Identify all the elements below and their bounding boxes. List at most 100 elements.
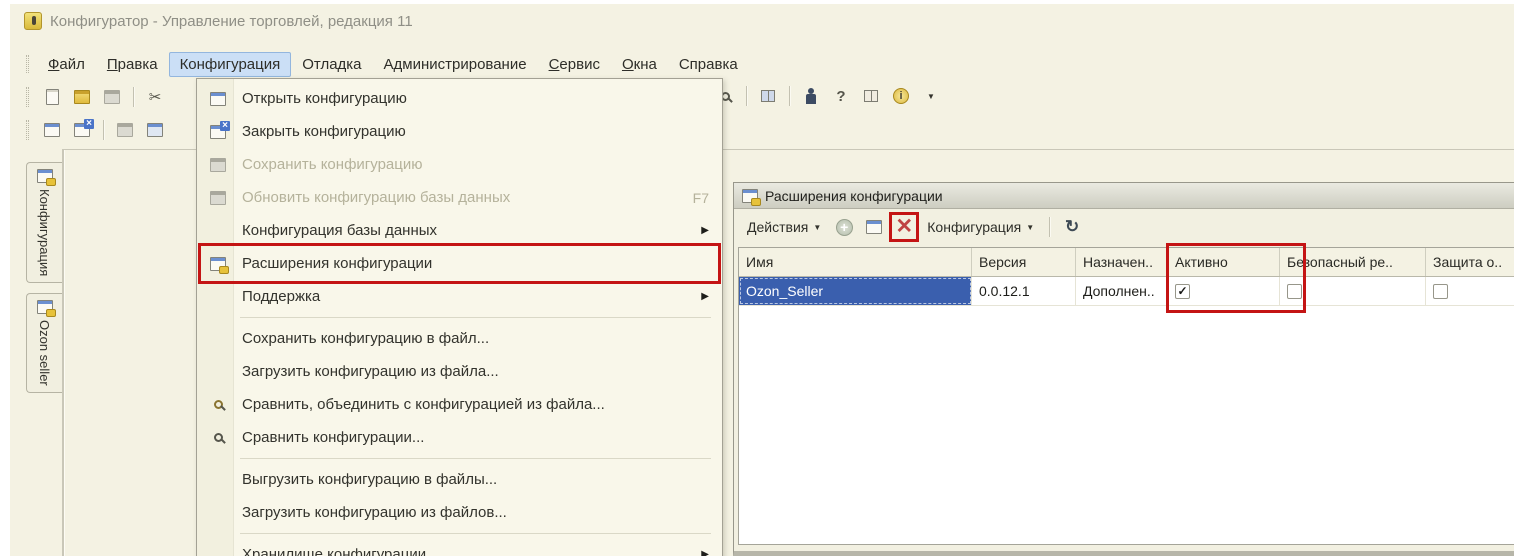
configuration-window-icon — [37, 169, 53, 183]
open-configuration-icon — [206, 92, 230, 106]
save-icon[interactable] — [99, 84, 125, 110]
menu-administration[interactable]: Администрирование — [373, 52, 538, 77]
menu-separator — [240, 533, 711, 534]
shortcut-label: F7 — [693, 190, 709, 206]
1c-configurator-icon — [24, 12, 42, 30]
cell-purpose[interactable]: Дополнен.. — [1076, 277, 1168, 305]
new-document-icon[interactable] — [39, 84, 65, 110]
help-book-icon[interactable] — [858, 83, 884, 109]
compare-merge-icon — [206, 400, 230, 409]
menu-item-open-configuration[interactable]: Открыть конфигурацию — [198, 82, 721, 115]
window-title: Конфигуратор - Управление торговлей, ред… — [50, 13, 413, 30]
cell-name[interactable]: Ozon_Seller — [739, 277, 972, 305]
save-configuration-icon — [206, 158, 230, 172]
menu-item-configuration-extensions[interactable]: Расширения конфигурации — [198, 247, 721, 280]
table-row[interactable]: Ozon_Seller 0.0.12.1 Дополнен.. — [739, 277, 1514, 306]
menu-item-database-configuration[interactable]: Конфигурация базы данных ▶ — [198, 214, 721, 247]
actions-dropdown-button[interactable]: Действия ▼ — [742, 216, 826, 238]
chevron-down-icon: ▼ — [813, 223, 821, 232]
safe-mode-checkbox[interactable] — [1287, 284, 1302, 299]
title-bar: Конфигуратор - Управление торговлей, ред… — [10, 6, 1514, 36]
protection-checkbox[interactable] — [1433, 284, 1448, 299]
configuration-extensions-icon — [742, 189, 758, 203]
menu-item-compare-configurations[interactable]: Сравнить конфигурации... — [198, 421, 721, 454]
sidebar-tab-ozon-seller[interactable]: Ozon seller — [26, 293, 62, 393]
delete-icon[interactable]: ✕ — [892, 215, 916, 239]
add-icon[interactable]: + — [832, 215, 856, 239]
help-search-icon[interactable]: ? — [828, 83, 854, 109]
chevron-down-icon: ▼ — [1026, 223, 1034, 232]
toolbar-separator — [789, 86, 790, 106]
toolbar-grip[interactable] — [26, 120, 29, 140]
extension-window-icon — [37, 300, 53, 314]
open-configuration-icon[interactable] — [39, 117, 65, 143]
workspace-border — [62, 150, 64, 556]
cell-protection — [1426, 277, 1514, 305]
compare-configurations-icon — [206, 433, 230, 442]
menu-bar: Файл Правка Конфигурация Отладка Админис… — [12, 50, 1514, 78]
column-header-name[interactable]: Имя — [739, 248, 972, 276]
menu-separator — [240, 458, 711, 459]
menu-help[interactable]: Справка — [668, 52, 749, 77]
menu-windows[interactable]: Окна — [611, 52, 668, 77]
configuration-dropdown-button[interactable]: Конфигурация ▼ — [922, 216, 1039, 238]
main-toolbar-right-group: ? i ▼ — [712, 83, 944, 109]
menu-configuration[interactable]: Конфигурация — [169, 52, 292, 77]
toolbar-separator — [133, 87, 134, 107]
menu-edit[interactable]: Правка — [96, 52, 169, 77]
extensions-panel-toolbar: Действия ▼ + ✕ Конфигурация ▼ ↻ — [734, 209, 1514, 245]
update-database-icon — [206, 191, 230, 205]
active-checkbox[interactable] — [1175, 284, 1190, 299]
toolbar-overflow-icon[interactable]: ▼ — [918, 83, 944, 109]
menu-separator — [240, 317, 711, 318]
menu-item-configuration-repository[interactable]: Хранилище конфигурации ▶ — [198, 538, 721, 556]
close-configuration-icon[interactable] — [69, 117, 95, 143]
open-extension-icon[interactable] — [862, 215, 886, 239]
column-header-active[interactable]: Активно — [1168, 248, 1280, 276]
extensions-table-header: Имя Версия Назначен.. Активно Безопасный… — [739, 248, 1514, 277]
toolbar-grip[interactable] — [26, 55, 29, 73]
menu-file[interactable]: Файл — [37, 52, 96, 77]
menu-service[interactable]: Сервис — [538, 52, 611, 77]
menu-item-support[interactable]: Поддержка ▶ — [198, 280, 721, 313]
info-icon[interactable]: i — [888, 83, 914, 109]
column-header-safe-mode[interactable]: Безопасный ре.. — [1280, 248, 1426, 276]
extensions-panel-title: Расширения конфигурации — [765, 188, 943, 204]
update-database-configuration-icon[interactable] — [112, 117, 138, 143]
delete-icon-annotated-group: ✕ — [892, 215, 916, 239]
cell-version[interactable]: 0.0.12.1 — [972, 277, 1076, 305]
cell-active — [1168, 277, 1280, 305]
menu-item-update-database-configuration: Обновить конфигурацию базы данных F7 — [198, 181, 721, 214]
sidebar-tab-label: Конфигурация — [37, 189, 52, 276]
menu-item-close-configuration[interactable]: Закрыть конфигурацию — [198, 115, 721, 148]
refresh-icon[interactable]: ↻ — [1060, 215, 1084, 239]
column-header-version[interactable]: Версия — [972, 248, 1076, 276]
extensions-table: Имя Версия Назначен.. Активно Безопасный… — [738, 247, 1514, 545]
submenu-arrow-icon: ▶ — [701, 225, 709, 236]
menu-item-load-configuration-from-files[interactable]: Загрузить конфигурацию из файлов... — [198, 496, 721, 529]
menu-item-save-configuration-to-file[interactable]: Сохранить конфигурацию в файл... — [198, 322, 721, 355]
menu-item-compare-merge-with-file[interactable]: Сравнить, объединить с конфигурацией из … — [198, 388, 721, 421]
screenshot-root: Конфигуратор - Управление торговлей, ред… — [0, 0, 1514, 556]
cut-icon[interactable]: ✂ — [142, 84, 168, 110]
syntax-assistant-icon[interactable] — [798, 83, 824, 109]
sidebar-tab-configuration[interactable]: Конфигурация — [26, 162, 62, 283]
extensions-panel-titlebar: Расширения конфигурации — [734, 183, 1514, 209]
toolbar-separator — [1049, 217, 1050, 237]
toolbar-grip[interactable] — [26, 87, 29, 107]
menu-item-load-configuration-from-file[interactable]: Загрузить конфигурацию из файла... — [198, 355, 721, 388]
configurator-window: Конфигуратор - Управление торговлей, ред… — [10, 4, 1514, 556]
database-configuration-icon[interactable] — [142, 117, 168, 143]
copy-icon[interactable] — [755, 83, 781, 109]
submenu-arrow-icon: ▶ — [701, 549, 709, 556]
configuration-menu-dropdown: Открыть конфигурацию Закрыть конфигураци… — [196, 78, 723, 556]
column-header-purpose[interactable]: Назначен.. — [1076, 248, 1168, 276]
column-header-protection[interactable]: Защита о.. — [1426, 248, 1514, 276]
close-configuration-icon — [206, 125, 230, 139]
menu-debug[interactable]: Отладка — [291, 52, 372, 77]
configuration-extensions-icon — [206, 257, 230, 271]
menu-item-dump-configuration-to-files[interactable]: Выгрузить конфигурацию в файлы... — [198, 463, 721, 496]
toolbar-separator — [103, 120, 104, 140]
open-file-icon[interactable] — [69, 84, 95, 110]
toolbar-separator — [746, 86, 747, 106]
